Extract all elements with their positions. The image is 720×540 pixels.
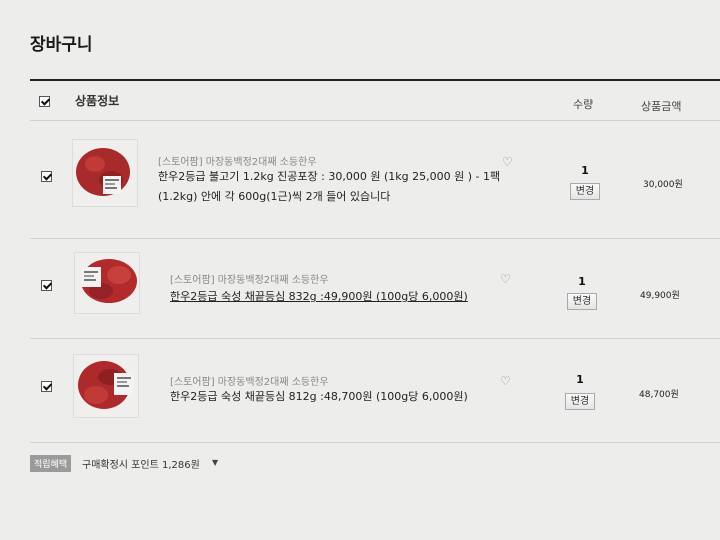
header-product-info: 상품정보 [75,94,120,108]
seller-name[interactable]: [스토어팜] 마장동백정2대째 소등한우 [170,271,329,286]
header-amount: 상품금액 [641,100,682,113]
seller-name[interactable]: [스토어팜] 마장동백정2대째 소등한우 [158,153,317,168]
item-price: 30,000원 [643,180,683,190]
product-name[interactable]: 한우2등급 숙성 채끝등심 812g :48,700원 (100g당 6,000… [170,387,540,407]
change-quantity-button[interactable]: 변경 [570,183,600,200]
item-price: 48,700원 [639,390,679,400]
heart-icon[interactable]: ♡ [502,155,513,169]
product-thumbnail[interactable] [74,252,140,314]
item-checkbox[interactable] [41,280,52,291]
cart-item-3: [스토어팜] 마장동백정2대째 소등한우 한우2등급 숙성 채끝등심 812g … [30,339,720,443]
meat-image [73,140,137,206]
product-name[interactable]: 한우2등급 불고기 1.2kg 진공포장 : 30,000 원 (1kg 25,… [158,167,528,207]
meat-image [75,253,139,313]
seller-name[interactable]: [스토어팜] 마장동백정2대째 소등한우 [170,373,329,388]
item-quantity: 1 [576,373,584,386]
page-title: 장바구니 [30,35,93,55]
product-thumbnail[interactable] [72,139,138,207]
item-checkbox[interactable] [41,171,52,182]
header-quantity: 수량 [573,98,594,111]
change-quantity-button[interactable]: 변경 [567,293,597,310]
purchase-points-text: 구매확정시 포인트 1,286원 [82,460,200,471]
heart-icon[interactable]: ♡ [500,272,511,286]
cart-item-1: [스토어팜] 마장동백정2대째 소등한우 한우2등급 불고기 1.2kg 진공포… [30,121,720,239]
item-quantity: 1 [578,275,586,288]
benefit-badge: 적립혜택 [30,455,72,472]
caret-down-icon[interactable]: ▼ [212,458,218,467]
header-divider [30,79,720,81]
product-name[interactable]: 한우2등급 숙성 채끝등심 832g :49,900원 (100g당 6,000… [170,287,540,307]
heart-icon[interactable]: ♡ [500,374,511,388]
meat-image [74,355,138,417]
cart-header-row: 상품정보 수량 상품금액 [30,82,720,121]
select-all-checkbox[interactable] [39,96,50,107]
item-price: 49,900원 [640,291,680,301]
product-thumbnail[interactable] [73,354,139,418]
cart-item-2: [스토어팜] 마장동백정2대째 소등한우 한우2등급 숙성 채끝등심 832g … [30,239,720,339]
item-checkbox[interactable] [41,381,52,392]
item-quantity: 1 [581,164,589,177]
change-quantity-button[interactable]: 변경 [565,393,595,410]
